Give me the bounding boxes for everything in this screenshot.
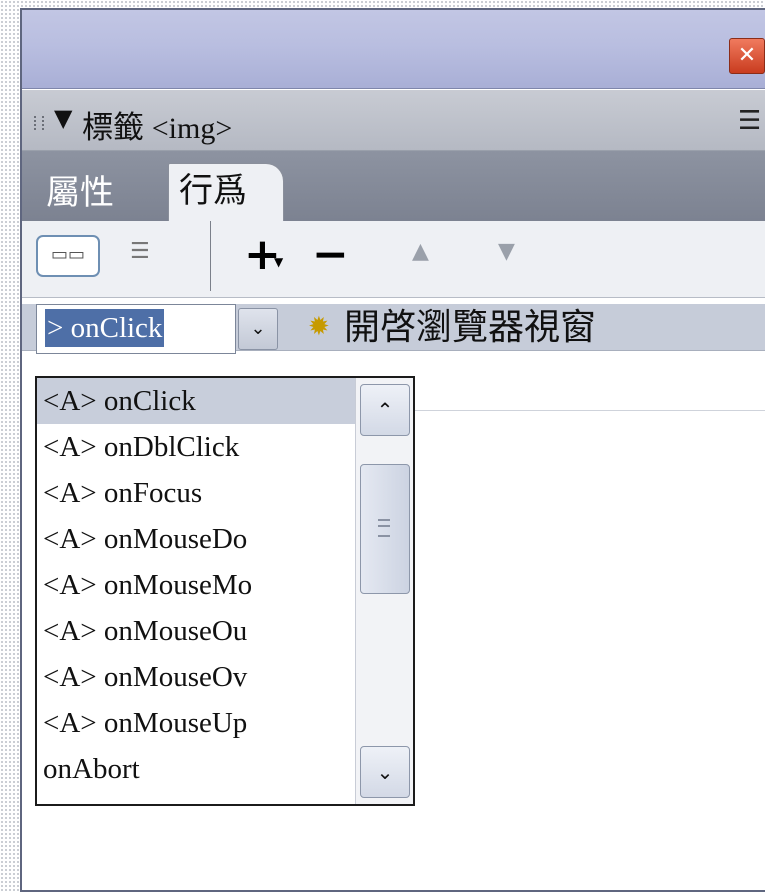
grip-icon[interactable] [34, 116, 44, 130]
row-divider [412, 410, 765, 411]
chevron-down-icon[interactable]: ▼ [274, 255, 283, 269]
tab-bar: 屬性 行爲 [22, 151, 765, 221]
list-scrollbar[interactable]: ⌃ ⌄ [355, 378, 413, 804]
toolbar-divider [210, 221, 211, 291]
list-item[interactable]: <A> onMouseMo [37, 562, 355, 608]
options-menu-icon[interactable]: ☰ [738, 106, 761, 136]
panel-title-label: 標籤 [82, 110, 144, 145]
list-item[interactable]: <A> onMouseOu [37, 608, 355, 654]
tag-inspector-header[interactable]: ▼ 標籤 <img> ☰ [22, 90, 765, 151]
scroll-down-button[interactable]: ⌄ [360, 746, 410, 798]
show-all-events-icon[interactable]: ☰ [130, 239, 150, 264]
show-set-events-icon[interactable]: ▭▭ [36, 235, 100, 277]
list-item[interactable]: <A> onDblClick [37, 424, 355, 470]
list-item[interactable]: <A> onMouseOv [37, 654, 355, 700]
collapse-icon[interactable]: ▼ [54, 104, 72, 132]
move-up-button[interactable]: ▲ [412, 239, 429, 264]
panel-title: 標籤 <img> [82, 102, 232, 147]
tag-name: <img> [151, 112, 233, 145]
remove-behavior-button[interactable]: − [312, 229, 349, 280]
tab-behaviors[interactable]: 行爲 [168, 163, 284, 221]
scroll-thumb[interactable] [360, 464, 410, 594]
list-item[interactable]: <A> onClick [37, 378, 355, 424]
action-label[interactable]: 開啓瀏覽器視窗 [344, 304, 596, 352]
behavior-row[interactable]: > onClick ⌄ ✹ 開啓瀏覽器視窗 [22, 304, 765, 354]
chevron-down-icon[interactable]: ⌄ [238, 308, 278, 350]
event-select[interactable]: > onClick [36, 304, 236, 354]
list-item[interactable]: <A> onFocus [37, 470, 355, 516]
behaviors-list: > onClick ⌄ ✹ 開啓瀏覽器視窗 <A> onClick <A> onD… [22, 298, 765, 890]
move-down-button[interactable]: ▼ [498, 239, 515, 264]
list-item[interactable]: <A> onMouseDo [37, 516, 355, 562]
close-icon[interactable]: ✕ [729, 38, 765, 74]
list-item[interactable]: <A> onMouseUp [37, 700, 355, 746]
gear-icon: ✹ [308, 312, 330, 342]
behaviors-toolbar: ▭▭ ☰ + ▼ − ▲ ▼ [22, 221, 765, 298]
panel-titlebar[interactable]: ✕ [22, 10, 765, 89]
event-select-value[interactable]: > onClick [45, 309, 165, 347]
tab-attributes[interactable]: 屬性 [46, 165, 114, 214]
list-item[interactable]: onAbort [37, 746, 355, 792]
event-dropdown-list[interactable]: <A> onClick <A> onDblClick <A> onFocus <A> … [35, 376, 415, 806]
event-items: <A> onClick <A> onDblClick <A> onFocus <A> … [37, 378, 355, 792]
scroll-up-button[interactable]: ⌃ [360, 384, 410, 436]
thumb-grip-icon [378, 519, 390, 537]
behaviors-panel: ✕ ▼ 標籤 <img> ☰ 屬性 行爲 ▭▭ ☰ + ▼ − ▲ ▼ > on… [20, 8, 765, 892]
